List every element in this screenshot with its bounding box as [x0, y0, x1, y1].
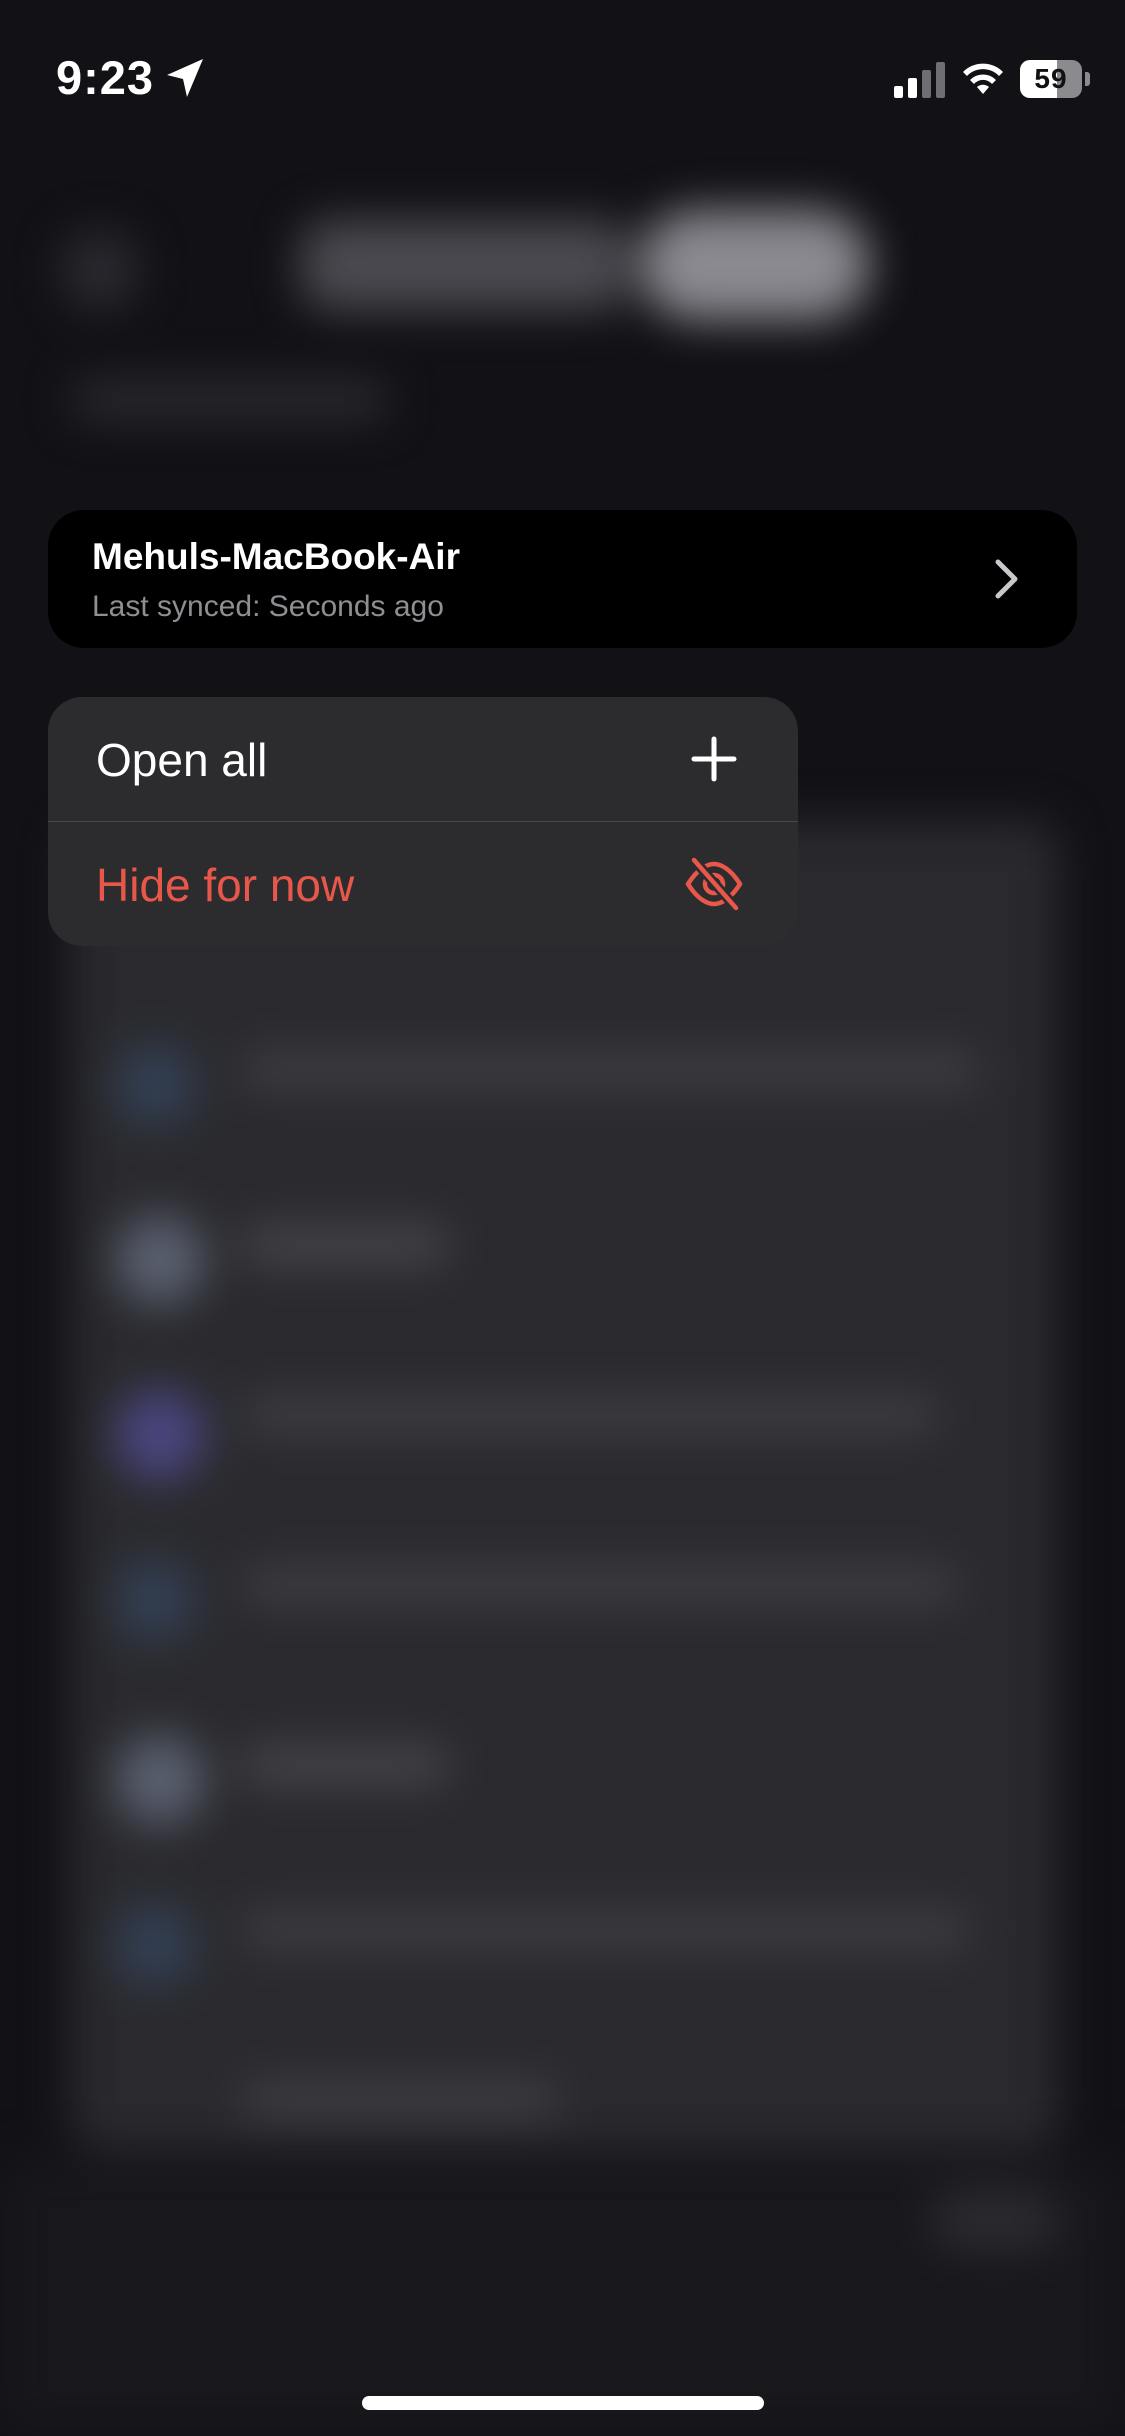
- plus-icon: [691, 736, 737, 782]
- menu-item-hide-for-now[interactable]: Hide for now: [48, 822, 798, 946]
- chevron-right-icon: [995, 559, 1018, 599]
- cellular-signal-icon: [894, 62, 945, 98]
- menu-item-label: Open all: [96, 734, 268, 786]
- context-menu: Open all Hide for now: [48, 697, 798, 946]
- battery-indicator: 59: [1020, 60, 1090, 100]
- device-card[interactable]: Mehuls-MacBook-Air Last synced: Seconds …: [48, 510, 1077, 648]
- eye-slash-icon: [685, 856, 743, 912]
- menu-item-label: Hide for now: [96, 859, 355, 911]
- menu-item-open-all[interactable]: Open all: [48, 697, 798, 821]
- status-time: 9:23: [56, 51, 155, 104]
- location-arrow-icon: [167, 59, 203, 97]
- device-name: Mehuls-MacBook-Air: [92, 536, 460, 577]
- blurred-background: [0, 0, 1125, 2436]
- last-synced-text: Last synced: Seconds ago: [92, 590, 444, 623]
- battery-percent: 59: [1034, 63, 1068, 94]
- status-bar: 9:23 59: [0, 0, 1125, 150]
- wifi-icon: [963, 63, 1003, 94]
- home-indicator[interactable]: [362, 2396, 764, 2410]
